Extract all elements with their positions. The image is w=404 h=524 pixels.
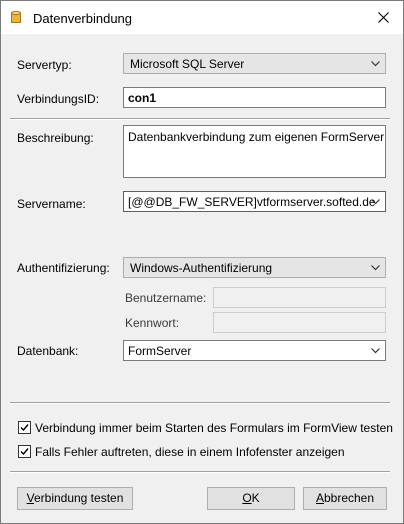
test-connection-button[interactable]: Verbindung testen	[17, 487, 133, 510]
cancel-button-mnemonic: A	[315, 491, 324, 505]
servertyp-select[interactable]: Microsoft SQL Server	[123, 53, 386, 74]
title-bar: Datenverbindung	[1, 1, 403, 34]
verbindungsid-label: VerbindungsID:	[17, 92, 100, 106]
benutzername-label: Benutzername:	[125, 291, 207, 305]
datenbank-label: Datenbank:	[17, 344, 79, 358]
beschreibung-value: Datenbankverbindung zum eigenen FormServ…	[128, 130, 385, 144]
error-info-checkbox[interactable]	[18, 445, 31, 458]
servername-label: Servername:	[17, 197, 86, 211]
separator	[10, 402, 390, 404]
test-button-mnemonic: V	[26, 491, 34, 505]
authentifizierung-value: Windows-Authentifizierung	[130, 261, 273, 275]
servername-combobox[interactable]: [@@DB_FW_SERVER]vtformserver.softed.de	[123, 191, 386, 212]
separator	[10, 471, 390, 473]
verbindungsid-field[interactable]: con1	[123, 87, 386, 108]
beschreibung-label: Beschreibung:	[17, 131, 94, 145]
cancel-button[interactable]: Abbrechen	[303, 487, 387, 510]
ok-button-mnemonic: O	[242, 491, 252, 505]
database-icon	[11, 10, 21, 24]
start-test-checkbox[interactable]	[18, 421, 31, 434]
test-button-label: erbindung testen	[33, 491, 124, 505]
datenbank-value: FormServer	[128, 344, 192, 358]
window-title: Datenverbindung	[33, 11, 133, 26]
chevron-down-icon	[371, 199, 380, 205]
servertyp-label: Servertyp:	[17, 58, 72, 72]
beschreibung-field[interactable]: Datenbankverbindung zum eigenen FormServ…	[123, 125, 386, 178]
servertyp-value: Microsoft SQL Server	[130, 57, 245, 71]
servername-value: [@@DB_FW_SERVER]vtformserver.softed.de	[128, 195, 376, 209]
close-icon	[377, 12, 389, 23]
kennwort-label: Kennwort:	[125, 316, 180, 330]
benutzername-field[interactable]	[213, 287, 386, 308]
authentifizierung-select[interactable]: Windows-Authentifizierung	[123, 257, 386, 278]
error-info-label: Falls Fehler auftreten, diese in einem I…	[35, 445, 345, 459]
verbindungsid-value: con1	[128, 91, 157, 105]
separator	[10, 118, 390, 120]
chevron-down-icon	[371, 265, 380, 271]
ok-button[interactable]: OK	[207, 487, 295, 510]
start-test-label: Verbindung immer beim Starten des Formul…	[35, 421, 393, 435]
chevron-down-icon	[371, 61, 380, 67]
cancel-button-label: bbrechen	[323, 491, 375, 505]
authentifizierung-label: Authentifizierung:	[17, 261, 110, 275]
datenbank-combobox[interactable]: FormServer	[123, 340, 386, 361]
chevron-down-icon	[371, 348, 380, 354]
dialog-window: Datenverbindung Servertyp: Microsoft SQL…	[0, 0, 404, 524]
kennwort-field[interactable]	[213, 312, 386, 333]
close-button[interactable]	[363, 1, 403, 34]
checkmark-icon	[20, 424, 29, 432]
ok-button-label: K	[251, 491, 260, 505]
checkmark-icon	[20, 448, 29, 456]
